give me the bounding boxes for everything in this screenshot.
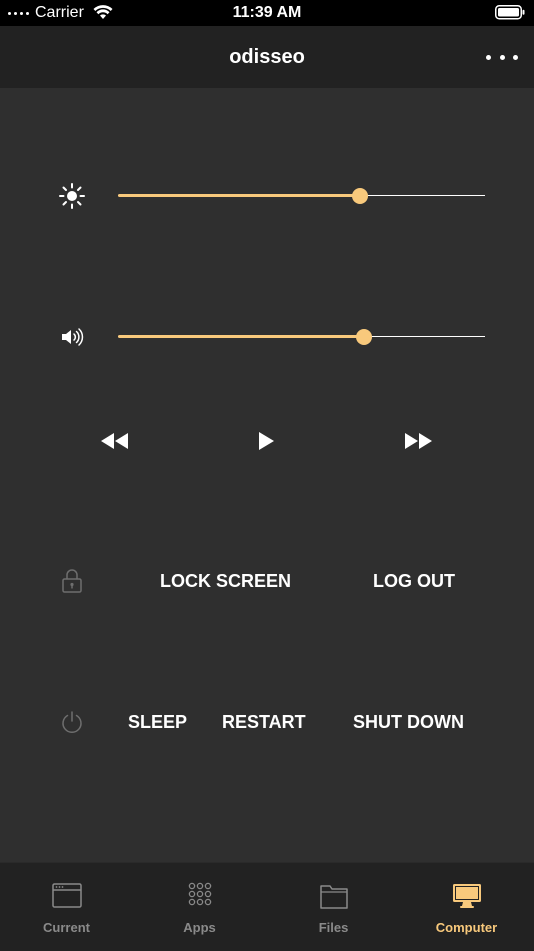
log-out-button[interactable]: LOG OUT	[373, 570, 455, 592]
power-icon	[58, 708, 86, 736]
page-title: odisseo	[229, 46, 305, 68]
slider-thumb[interactable]	[355, 329, 372, 345]
monitor-icon	[451, 881, 483, 911]
tab-label: Files	[318, 920, 349, 935]
slider-thumb[interactable]	[352, 188, 369, 204]
window-icon	[51, 881, 83, 911]
play-button[interactable]	[248, 427, 284, 455]
tab-current[interactable]: Current	[0, 863, 133, 951]
status-time: 11:39 AM	[232, 4, 302, 21]
lock-screen-button[interactable]: LOCK SCREEN	[160, 570, 291, 592]
fast-forward-button[interactable]	[401, 427, 437, 455]
play-icon	[259, 432, 274, 450]
rewind-button[interactable]	[96, 427, 132, 455]
tab-apps[interactable]: Apps	[133, 863, 266, 951]
status-bar: Carrier 11:39 AM	[0, 0, 534, 26]
tab-bar: Current Apps Files Computer	[0, 862, 534, 951]
fast-forward-icon	[405, 433, 432, 449]
volume-icon	[56, 321, 88, 353]
volume-slider[interactable]	[118, 317, 485, 357]
folder-icon	[318, 881, 350, 911]
rewind-icon	[101, 433, 128, 449]
battery-icon	[495, 5, 525, 25]
brightness-slider[interactable]	[118, 176, 485, 216]
apps-grid-icon	[184, 881, 216, 911]
sleep-button[interactable]: SLEEP	[128, 711, 187, 733]
brightness-icon	[56, 180, 88, 212]
more-icon[interactable]	[486, 50, 518, 64]
volume-row	[0, 317, 534, 357]
lock-icon	[58, 567, 86, 595]
tab-label: Current	[43, 920, 90, 935]
tab-files[interactable]: Files	[267, 863, 400, 951]
shut-down-button[interactable]: SHUT DOWN	[353, 711, 464, 733]
tab-label: Apps	[183, 920, 216, 935]
navigation-bar: odisseo	[0, 26, 534, 88]
brightness-row	[0, 176, 534, 216]
restart-button[interactable]: RESTART	[222, 711, 306, 733]
tab-label: Computer	[435, 920, 498, 935]
slider-fill	[118, 335, 364, 338]
slider-fill	[118, 194, 361, 197]
tab-computer[interactable]: Computer	[400, 863, 533, 951]
